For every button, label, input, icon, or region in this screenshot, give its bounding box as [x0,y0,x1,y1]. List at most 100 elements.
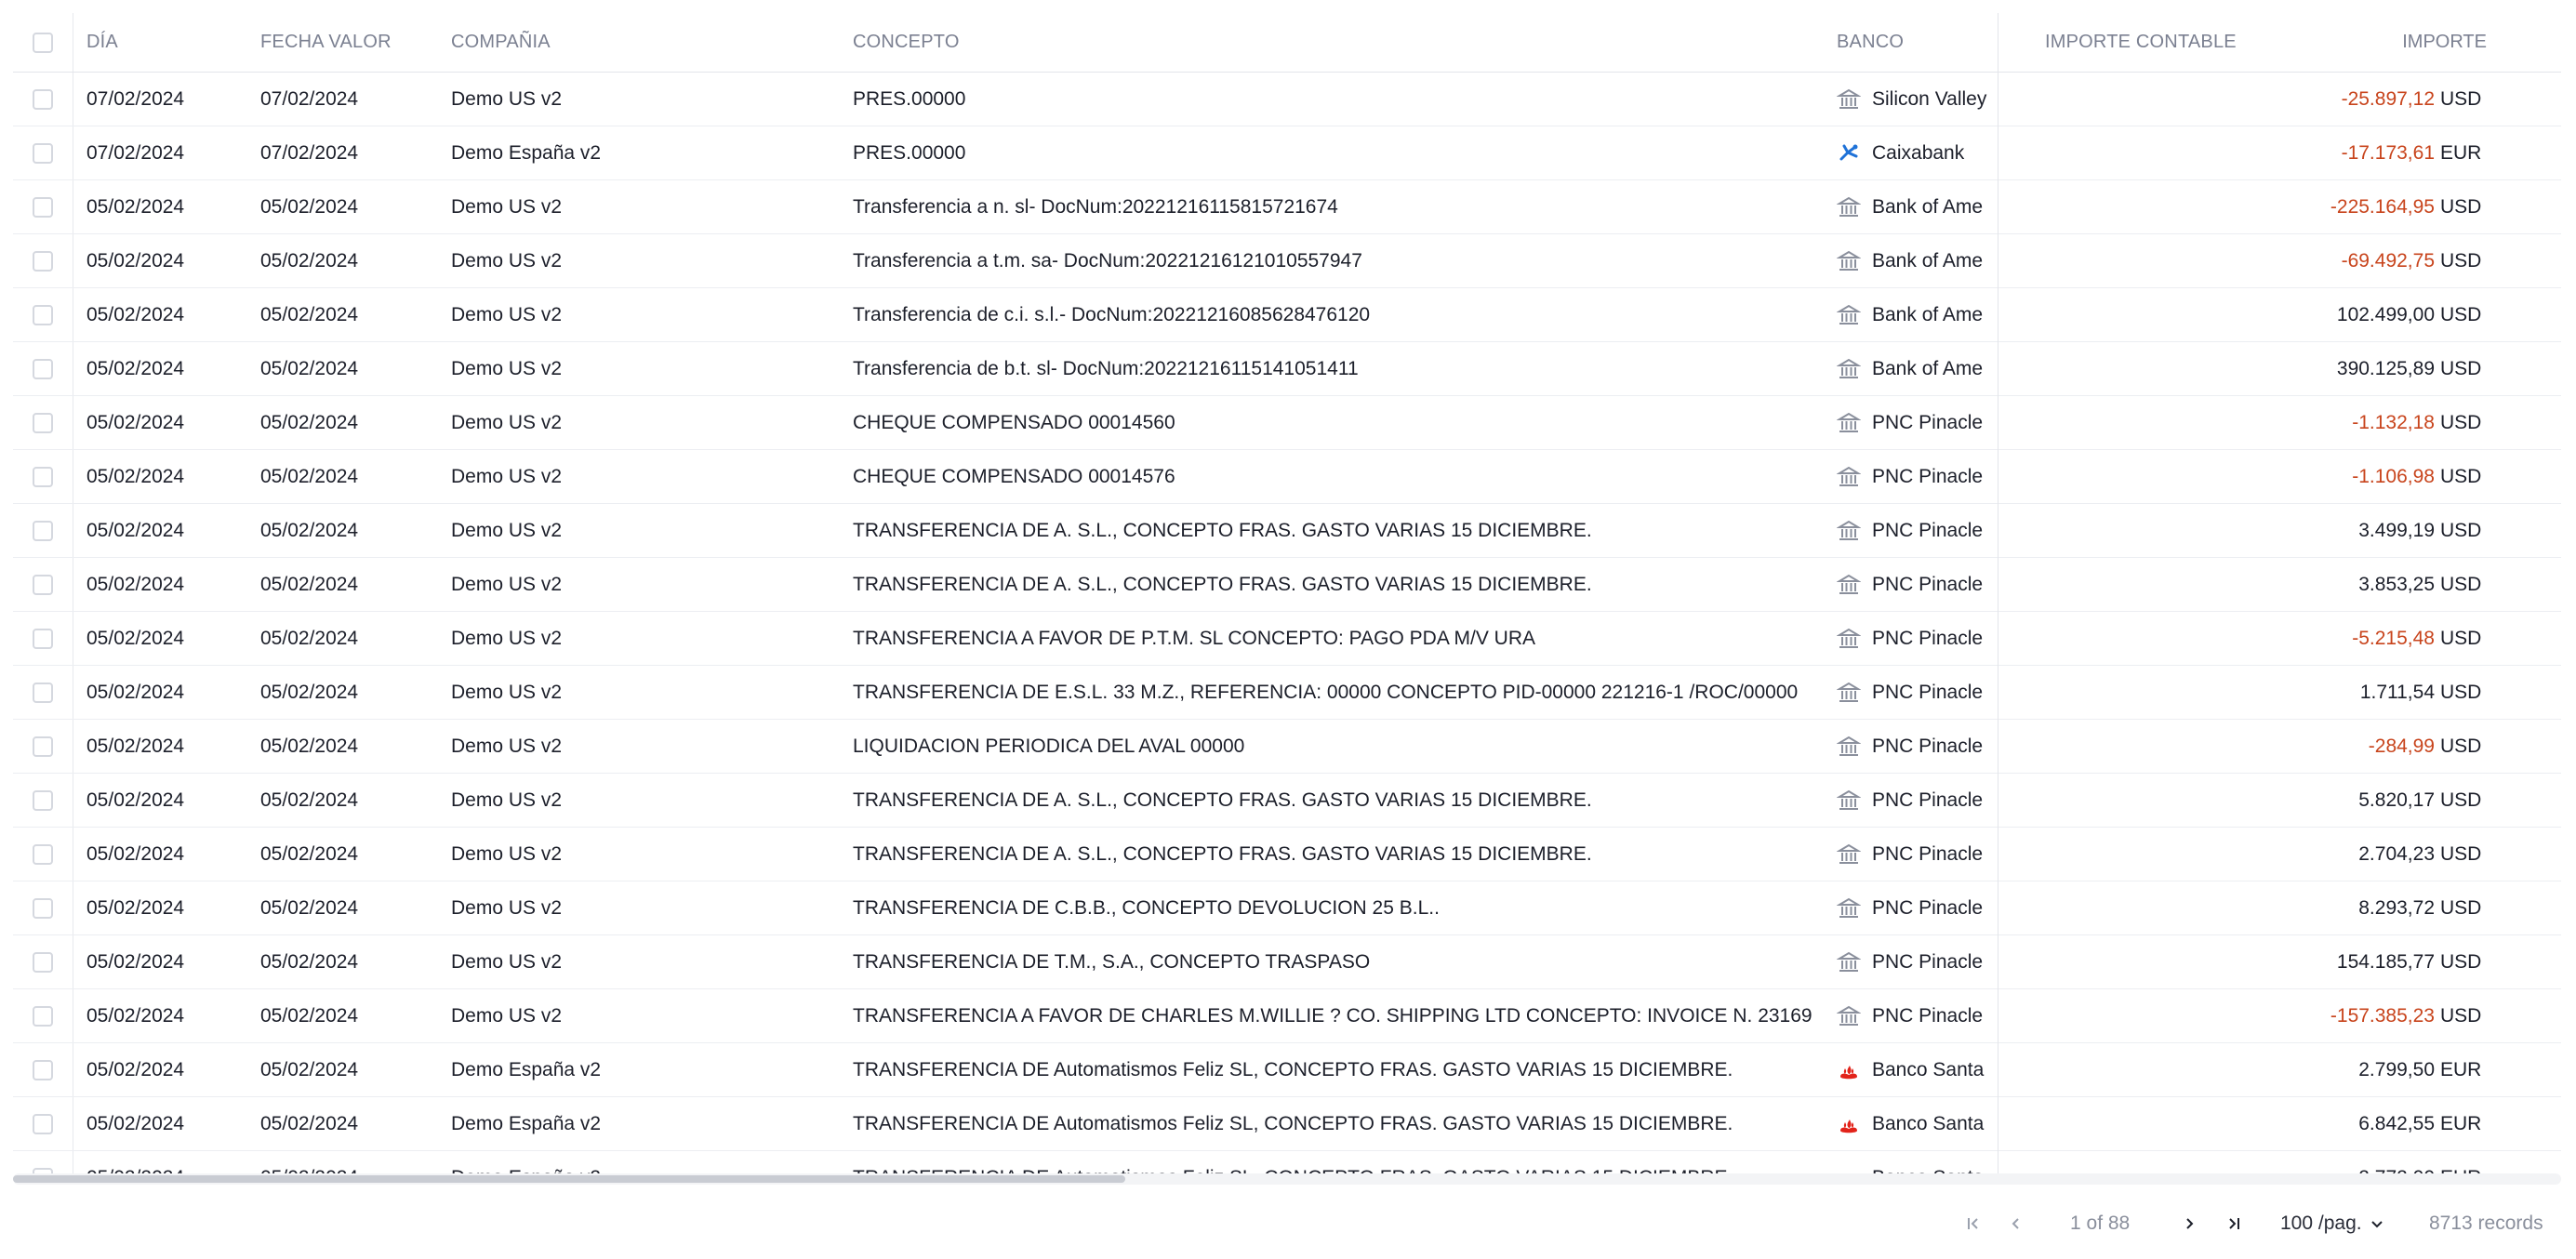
bank-name: Banco Santa [1872,1058,1985,1080]
row-checkbox[interactable] [33,789,53,811]
cell-compania: Demo US v2 [451,573,563,595]
table-row[interactable]: 05/02/2024 05/02/2024 Demo US v2 Transferen… [13,234,2561,288]
table-row[interactable]: 05/02/2024 05/02/2024 Demo US v2 TRANSFEREN… [13,666,2561,720]
table-row[interactable]: 05/02/2024 05/02/2024 Demo US v2 Transferen… [13,180,2561,234]
row-checkbox[interactable] [33,682,53,703]
table-row[interactable]: 05/02/2024 05/02/2024 Demo US v2 TRANSFEREN… [13,612,2561,666]
header-importe-contable[interactable]: IMPORTE CONTABLE [2045,13,2259,72]
bank-building-icon [1837,411,1861,435]
table-row[interactable]: 07/02/2024 07/02/2024 Demo España v2 PRES.0… [13,126,2561,180]
row-checkbox[interactable] [33,412,53,433]
cell-concepto: PRES.00000 [853,87,966,110]
row-checkbox[interactable] [33,951,53,973]
last-page-button[interactable] [2219,1209,2249,1239]
cell-concepto: Transferencia de b.t. sl- DocNum:2022121… [853,357,1359,379]
cell-dia: 05/02/2024 [86,195,185,218]
row-checkbox[interactable] [33,520,53,541]
cell-fecha-valor: 05/02/2024 [260,195,359,218]
page-size-select[interactable]: 100 /pag. [2280,1205,2384,1242]
table-row[interactable]: 05/02/2024 05/02/2024 Demo US v2 TRANSFEREN… [13,558,2561,612]
table-row[interactable]: 05/02/2024 05/02/2024 Demo US v2 TRANSFEREN… [13,504,2561,558]
cell-importe: 3.853,25 [2358,573,2435,595]
cell-fecha-valor: 05/02/2024 [260,842,359,865]
cell-concepto: TRANSFERENCIA DE A. S.L., CONCEPTO FRAS.… [853,519,1592,541]
table-row[interactable]: 05/02/2024 05/02/2024 Demo US v2 TRANSFEREN… [13,828,2561,881]
bank-name: PNC Pinacle [1872,465,1984,487]
row-checkbox[interactable] [33,736,53,757]
row-checkbox[interactable] [33,843,53,865]
cell-banco: PNC Pinacle [1837,881,1998,934]
cell-banco: PNC Pinacle [1837,828,1998,881]
transactions-grid: DÍA FECHA VALOR COMPAÑIA CONCEPTO BANCO … [13,13,2561,1173]
cell-compania: Demo US v2 [451,681,563,703]
header-fecha-valor[interactable]: FECHA VALOR [260,13,446,72]
horizontal-scrollbar[interactable] [13,1173,2561,1185]
bank-building-icon [1837,950,1861,974]
header-compania[interactable]: COMPAÑIA [451,13,842,72]
cell-compania: Demo US v2 [451,357,563,379]
cell-fecha-valor: 05/02/2024 [260,735,359,757]
table-row[interactable]: 05/02/202405/02/2024Demo España v2TRANSF… [13,1043,2561,1097]
table-row[interactable]: 05/02/2024 05/02/2024 Demo US v2 TRANSFEREN… [13,989,2561,1043]
cell-dia: 05/02/2024 [86,519,185,541]
row-checkbox[interactable] [33,574,53,595]
first-page-button[interactable] [1959,1209,1988,1239]
table-row[interactable]: 05/02/2024 05/02/2024 Demo US v2 TRANSFEREN… [13,935,2561,989]
cell-banco: PNC Pinacle [1837,935,1998,988]
header-concepto[interactable]: CONCEPTO [853,13,1829,72]
cell-compania: Demo US v2 [451,627,563,649]
row-checkbox[interactable] [33,304,53,325]
row-checkbox[interactable] [33,196,53,218]
cell-fecha-valor: 07/02/2024 [260,141,359,164]
table-row[interactable]: 07/02/2024 07/02/2024 Demo US v2 PRES.00000… [13,73,2561,126]
row-checkbox[interactable] [33,142,53,164]
last-page-icon [2229,1218,2239,1229]
table-row[interactable]: 05/02/202405/02/2024Demo España v2TRANSF… [13,1151,2561,1173]
table-row[interactable]: 05/02/2024 05/02/2024 Demo US v2 TRANSFEREN… [13,774,2561,828]
horizontal-scrollbar-thumb[interactable] [13,1175,1125,1183]
table-row[interactable]: 05/02/2024 05/02/2024 Demo US v2 CHEQUE COM… [13,396,2561,450]
bank-name: Bank of Ame [1872,357,1984,379]
cell-banco: Banco Santa [1837,1043,1998,1096]
bank-name: PNC Pinacle [1872,789,1984,811]
cell-compania: Demo US v2 [451,735,563,757]
cell-concepto: PRES.00000 [853,141,966,164]
table-row[interactable]: 05/02/2024 05/02/2024 Demo US v2 LIQUIDACIO… [13,720,2561,774]
row-select-cell [13,935,73,988]
header-dia[interactable]: DÍA [86,13,254,72]
cell-importe: -1.132,18 [2352,411,2435,433]
bank-building-icon [1837,519,1861,543]
cell-moneda: USD [2440,465,2482,487]
table-row[interactable]: 05/02/2024 05/02/2024 Demo US v2 TRANSFEREN… [13,881,2561,935]
row-checkbox[interactable] [33,1005,53,1027]
table-row[interactable]: 05/02/2024 05/02/2024 Demo US v2 Transferen… [13,342,2561,396]
row-select-cell [13,234,73,287]
row-checkbox[interactable] [33,897,53,919]
cell-concepto: CHEQUE COMPENSADO 00014576 [853,465,1175,487]
row-checkbox[interactable] [33,358,53,379]
cell-fecha-valor: 05/02/2024 [260,465,359,487]
row-checkbox[interactable] [33,88,53,110]
row-checkbox[interactable] [33,1113,53,1134]
row-select-cell [13,666,73,719]
row-checkbox[interactable] [33,1059,53,1080]
table-row[interactable]: 05/02/2024 05/02/2024 Demo US v2 CHEQUE COM… [13,450,2561,504]
cell-concepto: Transferencia a t.m. sa- DocNum:20221216… [853,249,1362,272]
header-banco[interactable]: BANCO [1837,13,1998,72]
cell-moneda: EUR [2440,1112,2482,1134]
select-all-checkbox[interactable] [33,32,53,53]
table-row[interactable]: 05/02/2024 05/02/2024 Demo US v2 Transferen… [13,288,2561,342]
cell-moneda: USD [2440,842,2482,865]
row-select-cell [13,612,73,665]
table-row[interactable]: 05/02/202405/02/2024Demo España v2TRANSF… [13,1097,2561,1151]
header-importe[interactable]: IMPORTE [2402,13,2487,72]
prev-page-button[interactable] [2001,1209,2031,1239]
cell-moneda: EUR [2440,1058,2482,1080]
bank-name: PNC Pinacle [1872,519,1984,541]
chevron-down-icon [2370,1221,2383,1228]
row-checkbox[interactable] [33,250,53,272]
row-checkbox[interactable] [33,466,53,487]
next-page-button[interactable] [2174,1209,2204,1239]
row-checkbox[interactable] [33,628,53,649]
cell-compania: Demo España v2 [451,1151,842,1174]
